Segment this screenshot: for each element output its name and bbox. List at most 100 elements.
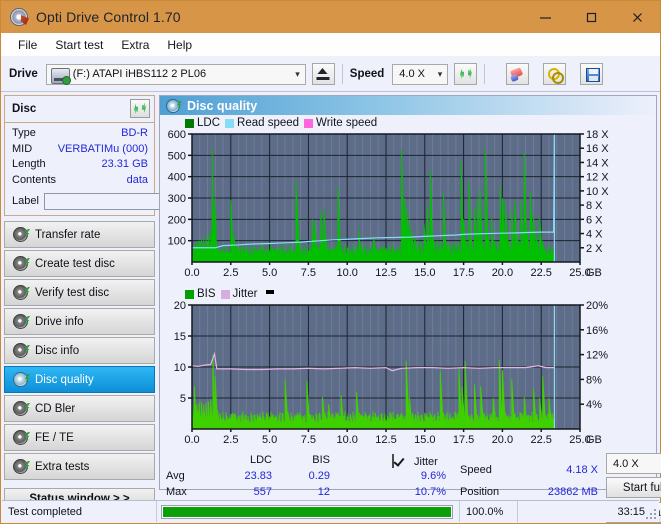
stats-speed-value: 4.18 X [566,464,598,476]
progress-cell [156,501,459,522]
title-bar: Opti Drive Control 1.70 [1,1,660,33]
svg-text:12%: 12% [586,350,608,362]
disc-row-value: 23.31 GB [101,158,148,170]
legend-swatch-bis [185,289,194,299]
stats-jitter-max: 10.7% [414,486,446,498]
menu-help[interactable]: Help [158,35,201,55]
sidebar-item-label: CD Bler [35,402,76,415]
disc-row-value: BD-R [121,127,148,139]
disc-icon [13,430,28,445]
svg-text:GB: GB [586,267,602,279]
minimize-button[interactable] [522,1,568,33]
save-button[interactable] [580,63,604,85]
menu-extra[interactable]: Extra [112,35,158,55]
toolbar-separator-1 [341,64,343,84]
disc-refresh-button[interactable] [130,99,150,118]
svg-text:16%: 16% [586,325,608,337]
sidebar-item-label: Extra tests [35,460,90,473]
legend-swatch-jitter [220,289,230,299]
sidebar-item-cd-bler[interactable]: CD Bler [4,395,155,422]
stats-panel: Avg Max Total LDC 23.83 557 9098592 BIS … [160,452,661,523]
stats-position-value: 23862 MB [547,486,598,498]
legend-label: Write speed [316,117,378,129]
chain-link-icon [548,68,565,84]
disc-icon [13,227,28,242]
speed-select-value: 4.0 X [399,68,425,80]
stats-position-label: Position [460,486,500,498]
test-speed-select[interactable]: 4.0 X ▾ [606,453,661,474]
floppy-save-icon [586,68,601,82]
svg-text:8%: 8% [586,374,602,386]
disc-panel: Disc Type BD-R MID VERBATIMu (000) Lengt… [4,95,240,216]
close-button[interactable] [614,1,660,33]
disc-info-rows: Type BD-R MID VERBATIMu (000) Length 23.… [5,123,240,215]
svg-text:17.5: 17.5 [453,267,474,279]
jitter-checkbox[interactable] [392,454,394,468]
svg-text:0.0: 0.0 [184,434,199,446]
sidebar-item-extra-tests[interactable]: Extra tests [4,453,155,480]
sidebar-item-disc-quality[interactable]: Disc quality [4,366,155,393]
sidebar-item-transfer-rate[interactable]: Transfer rate [4,221,155,248]
chevron-down-icon: ▾ [295,68,300,79]
svg-text:12.5: 12.5 [375,434,396,446]
legend-swatch-read-speed [225,118,235,128]
svg-text:16 X: 16 X [586,143,609,155]
stats-speed-label: Speed [460,464,492,476]
svg-text:100: 100 [168,236,186,248]
menu-file[interactable]: File [9,35,46,55]
erase-button[interactable] [506,63,530,85]
app-disc-icon [10,8,28,26]
svg-text:4%: 4% [586,399,602,411]
svg-text:10: 10 [174,362,186,374]
stats-bis-max: 12 [317,486,330,498]
refresh-icon [459,68,473,81]
legend-read-speed: Read speed [225,117,299,129]
link-button[interactable] [543,63,567,85]
elapsed-time: 33:15 [517,501,659,522]
menu-start-test[interactable]: Start test [46,35,112,55]
refresh-icon [133,102,147,115]
eject-icon [316,68,330,80]
window-title: Opti Drive Control 1.70 [36,9,181,25]
svg-text:7.5: 7.5 [301,267,316,279]
drive-select[interactable]: (F:) ATAPI iHBS112 2 PL06 ▾ [45,63,306,85]
start-full-button[interactable]: Start full [606,477,661,498]
svg-text:7.5: 7.5 [301,434,316,446]
disc-quality-icon [166,98,180,113]
speed-select[interactable]: 4.0 X ▾ [392,63,449,85]
status-message: Test completed [8,505,82,518]
stats-col-header-bis: BIS [312,454,330,466]
legend-swatch-ldc [185,118,194,128]
eject-button[interactable] [311,63,335,85]
main-panel: Disc quality LDC Read speed Write speed … [159,95,661,523]
disc-row-value: VERBATIMu (000) [57,142,148,155]
legend-label: LDC [197,117,221,129]
sidebar-item-fe-te[interactable]: FE / TE [4,424,155,451]
bis-chart-legend: BIS Jitter [185,287,656,301]
refresh-button[interactable] [454,63,478,85]
sidebar-item-verify-test-disc[interactable]: Verify test disc [4,279,155,306]
drive-label: Drive [9,68,38,80]
sidebar-item-disc-info[interactable]: Disc info [4,337,155,364]
resize-grip-icon[interactable] [646,509,656,519]
sidebar-item-label: Disc quality [35,373,94,386]
maximize-button[interactable] [568,1,614,33]
svg-text:20.0: 20.0 [492,267,513,279]
status-bar: Test completed 100.0% 33:15 [2,500,659,522]
stats-row-header-avg: Avg [166,470,185,482]
window-controls [522,1,660,33]
ldc-chart-svg: 100 200 300 400 500 600 2 X 4 X 6 X 8 X 10 X 12 X 14… [168,129,610,279]
disc-row-key: Contents [12,173,57,186]
speed-label: Speed [349,68,385,80]
sidebar-item-drive-info[interactable]: Drive info [4,308,155,335]
nav-list: Transfer rate Create test disc Verify te… [4,221,155,480]
progress-bar [161,504,453,519]
svg-text:10.0: 10.0 [336,267,357,279]
svg-text:14 X: 14 X [586,157,609,169]
legend-label: Read speed [237,117,300,129]
disc-icon [13,314,28,329]
sidebar-item-create-test-disc[interactable]: Create test disc [4,250,155,277]
sidebar-item-label: Disc info [35,344,80,357]
legend-jitter: Jitter [220,288,257,300]
legend-bis: BIS [185,288,216,300]
